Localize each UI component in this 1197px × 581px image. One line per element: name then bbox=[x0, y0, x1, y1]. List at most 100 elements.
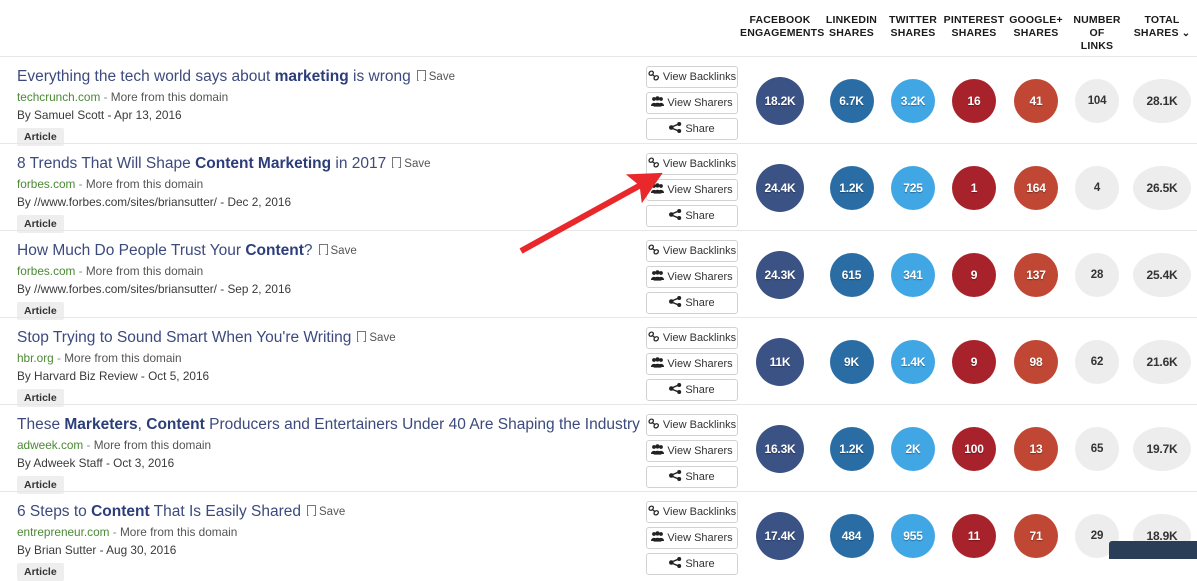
people-icon bbox=[651, 531, 665, 542]
result-domain[interactable]: techcrunch.com bbox=[17, 90, 100, 104]
metric-pinterest-shares[interactable]: 1 bbox=[952, 166, 996, 210]
column-header-twitter-shares[interactable]: TWITTER SHARES bbox=[883, 14, 943, 53]
view-backlinks-button[interactable]: View Backlinks bbox=[646, 153, 738, 175]
result-domain[interactable]: forbes.com bbox=[17, 177, 75, 191]
row-actions: View Backlinks View Sharers Share bbox=[646, 501, 738, 579]
metric-googleplus-shares[interactable]: 164 bbox=[1014, 166, 1058, 210]
result-domain[interactable]: adweek.com bbox=[17, 438, 83, 452]
metric-pinterest-shares[interactable]: 11 bbox=[952, 514, 996, 558]
more-from-domain-link[interactable]: More from this domain bbox=[86, 177, 203, 191]
metric-googleplus-shares[interactable]: 13 bbox=[1014, 427, 1058, 471]
metric-googleplus-shares[interactable]: 137 bbox=[1014, 253, 1058, 297]
share-button[interactable]: Share bbox=[646, 118, 738, 140]
title-text: Producers and Entertainers Under 40 Are … bbox=[204, 416, 640, 433]
metric-linkedin-shares[interactable]: 484 bbox=[829, 514, 874, 558]
result-title-link[interactable]: How Much Do People Trust Your Content? bbox=[17, 242, 313, 259]
result-title-link[interactable]: These Marketers, Content Producers and E… bbox=[17, 416, 640, 433]
result-row: 6 Steps to Content That Is Easily Shared… bbox=[0, 491, 1197, 581]
view-sharers-button[interactable]: View Sharers bbox=[646, 440, 738, 462]
metric-twitter-shares-cell: 955 bbox=[883, 514, 943, 558]
result-title-link[interactable]: 6 Steps to Content That Is Easily Shared bbox=[17, 503, 301, 520]
metric-facebook-engagements[interactable]: 11K bbox=[756, 338, 804, 386]
more-from-domain-link[interactable]: More from this domain bbox=[120, 525, 237, 539]
save-button[interactable]: Save bbox=[416, 68, 455, 87]
column-header-number-of-links[interactable]: NUMBER OF LINKS bbox=[1067, 14, 1127, 53]
result-domain[interactable]: forbes.com bbox=[17, 264, 75, 278]
save-button[interactable]: Save bbox=[392, 155, 431, 174]
metric-linkedin-shares[interactable]: 1.2K bbox=[829, 427, 874, 471]
save-button[interactable]: Save bbox=[357, 329, 396, 348]
share-button[interactable]: Share bbox=[646, 205, 738, 227]
metric-number-of-links[interactable]: 62 bbox=[1075, 340, 1119, 384]
metric-twitter-shares[interactable]: 2K bbox=[891, 427, 935, 471]
title-keyword: Content bbox=[245, 242, 304, 259]
view-sharers-button[interactable]: View Sharers bbox=[646, 179, 738, 201]
chevron-down-icon[interactable]: ⌄ bbox=[1182, 29, 1191, 39]
metric-googleplus-shares[interactable]: 71 bbox=[1014, 514, 1058, 558]
result-domain[interactable]: hbr.org bbox=[17, 351, 54, 365]
metric-facebook-engagements[interactable]: 24.3K bbox=[756, 251, 804, 299]
save-button[interactable]: Save bbox=[307, 503, 345, 522]
metric-total-shares[interactable]: 28.1K bbox=[1133, 79, 1191, 123]
result-title-link[interactable]: Stop Trying to Sound Smart When You're W… bbox=[17, 329, 351, 346]
metric-twitter-shares[interactable]: 3.2K bbox=[891, 79, 935, 123]
column-header-total-shares[interactable]: TOTAL SHARES ⌄ bbox=[1127, 14, 1197, 53]
view-backlinks-button[interactable]: View Backlinks bbox=[646, 66, 738, 88]
metric-number-of-links[interactable]: 65 bbox=[1075, 427, 1119, 471]
metric-linkedin-shares[interactable]: 6.7K bbox=[829, 79, 874, 123]
more-from-domain-link[interactable]: More from this domain bbox=[111, 90, 228, 104]
metric-number-of-links[interactable]: 4 bbox=[1075, 166, 1119, 210]
domain-separator: - bbox=[86, 438, 91, 452]
view-backlinks-button[interactable]: View Backlinks bbox=[646, 414, 738, 436]
metric-linkedin-shares[interactable]: 1.2K bbox=[829, 166, 874, 210]
metric-number-of-links[interactable]: 28 bbox=[1075, 253, 1119, 297]
view-backlinks-button[interactable]: View Backlinks bbox=[646, 501, 738, 523]
more-from-domain-link[interactable]: More from this domain bbox=[64, 351, 181, 365]
metric-facebook-engagements[interactable]: 16.3K bbox=[756, 425, 804, 473]
share-button[interactable]: Share bbox=[646, 553, 738, 575]
column-header-facebook-engagements[interactable]: FACEBOOK ENGAGEMENTS bbox=[740, 14, 824, 53]
view-sharers-button[interactable]: View Sharers bbox=[646, 266, 738, 288]
result-title-link[interactable]: 8 Trends That Will Shape Content Marketi… bbox=[17, 155, 386, 172]
metric-twitter-shares[interactable]: 341 bbox=[891, 253, 935, 297]
metric-total-shares[interactable]: 25.4K bbox=[1133, 253, 1191, 297]
metric-pinterest-shares[interactable]: 9 bbox=[952, 340, 996, 384]
metric-total-shares[interactable]: 21.6K bbox=[1133, 340, 1191, 384]
metric-total-shares[interactable]: 19.7K bbox=[1133, 427, 1191, 471]
result-title-link[interactable]: Everything the tech world says about mar… bbox=[17, 68, 411, 85]
metric-linkedin-shares[interactable]: 9K bbox=[829, 340, 874, 384]
view-sharers-button[interactable]: View Sharers bbox=[646, 92, 738, 114]
metric-facebook-engagements[interactable]: 17.4K bbox=[756, 512, 804, 560]
metric-twitter-shares[interactable]: 1.4K bbox=[891, 340, 935, 384]
metric-total-shares[interactable]: 26.5K bbox=[1133, 166, 1191, 210]
metric-googleplus-shares[interactable]: 98 bbox=[1014, 340, 1058, 384]
view-sharers-button[interactable]: View Sharers bbox=[646, 353, 738, 375]
share-button[interactable]: Share bbox=[646, 292, 738, 314]
metric-facebook-engagements[interactable]: 18.2K bbox=[756, 77, 804, 125]
more-from-domain-link[interactable]: More from this domain bbox=[86, 264, 203, 278]
metric-pinterest-shares[interactable]: 100 bbox=[952, 427, 996, 471]
result-domain[interactable]: entrepreneur.com bbox=[17, 525, 109, 539]
save-button[interactable]: Save bbox=[318, 242, 357, 261]
column-header-linkedin-shares[interactable]: LINKEDIN SHARES bbox=[820, 14, 883, 53]
view-backlinks-button[interactable]: View Backlinks bbox=[646, 240, 738, 262]
share-button[interactable]: Share bbox=[646, 466, 738, 488]
metric-facebook-engagements[interactable]: 24.4K bbox=[756, 164, 804, 212]
metric-linkedin-shares[interactable]: 615 bbox=[829, 253, 874, 297]
chat-widget-stub[interactable] bbox=[1109, 541, 1197, 559]
metric-linkedin-shares-cell: 6.7K bbox=[820, 79, 883, 123]
metric-pinterest-shares[interactable]: 16 bbox=[952, 79, 996, 123]
more-from-domain-link[interactable]: More from this domain bbox=[94, 438, 211, 452]
metric-pinterest-shares[interactable]: 9 bbox=[952, 253, 996, 297]
share-button[interactable]: Share bbox=[646, 379, 738, 401]
column-header-googleplus-shares[interactable]: GOOGLE+ SHARES bbox=[1005, 14, 1067, 53]
view-backlinks-button[interactable]: View Backlinks bbox=[646, 327, 738, 349]
metric-googleplus-shares[interactable]: 41 bbox=[1014, 79, 1058, 123]
metric-twitter-shares[interactable]: 955 bbox=[891, 514, 935, 558]
metric-googleplus-shares-cell: 98 bbox=[1005, 340, 1067, 384]
metric-number-of-links[interactable]: 104 bbox=[1075, 79, 1119, 123]
metric-twitter-shares[interactable]: 725 bbox=[891, 166, 935, 210]
column-header-pinterest-shares[interactable]: PINTEREST SHARES bbox=[943, 14, 1005, 53]
link-icon bbox=[648, 331, 660, 342]
view-sharers-button[interactable]: View Sharers bbox=[646, 527, 738, 549]
